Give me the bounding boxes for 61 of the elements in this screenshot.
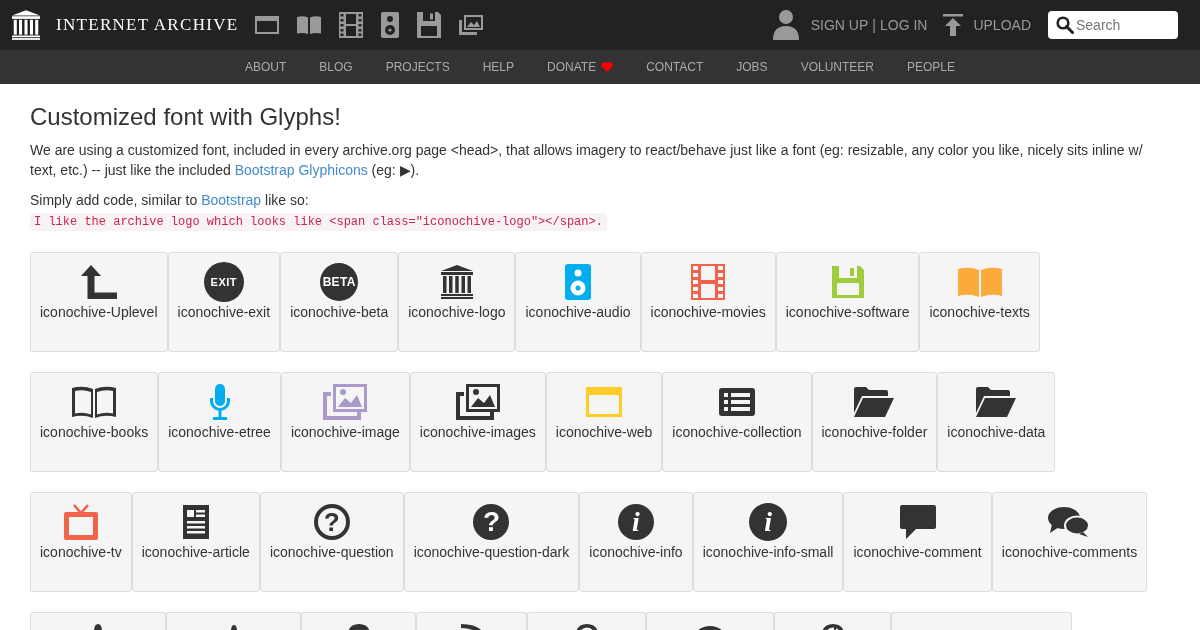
tile-label: iconochive-logo	[408, 303, 506, 322]
tile-label: iconochive-comment	[853, 543, 982, 562]
separator-text: |	[872, 16, 876, 35]
tile-label: iconochive-exit	[177, 303, 271, 322]
temple-icon[interactable]	[12, 10, 40, 40]
nav-link[interactable]: CONTACT	[646, 57, 704, 77]
nav-link[interactable]: VOLUNTEER	[800, 57, 874, 77]
bootstrap-link[interactable]: Bootstrap	[201, 192, 262, 208]
nav-link[interactable]: HELP	[482, 57, 515, 77]
browser-window-icon[interactable]	[255, 16, 280, 34]
tile-label: iconochive-info	[589, 543, 683, 562]
tile-label: iconochive-images	[419, 423, 536, 442]
nav-link[interactable]: PEOPLE	[907, 57, 955, 77]
beta-icon: BETA	[320, 263, 359, 301]
code-sample: I like the archive logo which looks like <span class="iconochive-logo"></span>.	[30, 213, 607, 231]
tile-label: iconochive-etree	[168, 423, 271, 442]
tile-label: iconochive-question-dark	[413, 543, 570, 562]
tile-label: iconochive-tv	[40, 543, 122, 562]
log-in-link[interactable]: LOG IN	[879, 15, 928, 35]
info-icon: i	[749, 503, 787, 541]
tile-label: iconochive-data	[947, 423, 1046, 442]
question-icon: ?	[313, 504, 350, 540]
sign-up-link[interactable]: SIGN UP	[810, 15, 869, 35]
tile-label: iconochive-folder	[821, 423, 928, 442]
tile-label: iconochive-software	[785, 303, 910, 322]
tile-label: iconochive-question	[269, 543, 394, 562]
tile-label: iconochive-image	[290, 423, 400, 442]
search-field[interactable]: Search	[1048, 11, 1178, 39]
film-icon[interactable]	[339, 12, 364, 38]
tile-label: iconochive-audio	[525, 303, 631, 322]
tile-label: iconochive-article	[141, 543, 250, 562]
nav-link[interactable]: BLOG	[319, 57, 353, 77]
site-title[interactable]: INTERNET ARCHIVE	[56, 15, 239, 35]
glyphicons-link[interactable]: Bootstrap Glyphicons	[234, 162, 368, 178]
tile-label: iconochive-collection	[672, 423, 802, 442]
nav-link[interactable]: ABOUT	[244, 57, 287, 77]
tile-label: iconochive-web	[555, 423, 653, 442]
tile-label: iconochive-info-small	[702, 543, 834, 562]
exit-icon: EXIT	[203, 262, 244, 302]
usage-text: Simply add code, similar to Bootstrap like so:	[30, 191, 310, 210]
nav-link[interactable]: PROJECTS	[385, 57, 450, 77]
page-title: Customized font with Glyphs!	[30, 104, 342, 130]
photos-icon[interactable]	[459, 15, 484, 35]
intro-text: We are using a customized font, included in every archive.org page <head>, that allows imagery to react/behave just like a font (eg: resizable, any color you like, nicely sits inline w/ text, etc.) -- just like the included Bootstrap Glyphicons (eg: ▶).	[30, 141, 1144, 180]
tile-label: iconochive-movies	[650, 303, 766, 322]
tile-label: iconochive-comments	[1001, 543, 1138, 562]
upload-icon[interactable]	[943, 14, 964, 36]
tile-label: iconochive-texts	[929, 303, 1030, 322]
nav-link[interactable]: JOBS	[736, 57, 768, 77]
heart-icon	[601, 62, 614, 72]
info-icon: i	[617, 504, 654, 540]
book-icon[interactable]	[297, 16, 322, 34]
person-icon[interactable]	[772, 10, 799, 40]
speaker-icon[interactable]	[381, 12, 400, 38]
tile-label: iconochive-beta	[290, 303, 389, 322]
nav-link[interactable]: DONATE	[547, 57, 614, 77]
question-icon: ?	[473, 504, 510, 540]
upload-link[interactable]: UPLOAD	[973, 15, 1031, 35]
tile-label: iconochive-books	[40, 423, 149, 442]
search-icon[interactable]	[1056, 16, 1074, 34]
tile-label: iconochive-Uplevel	[40, 303, 158, 322]
